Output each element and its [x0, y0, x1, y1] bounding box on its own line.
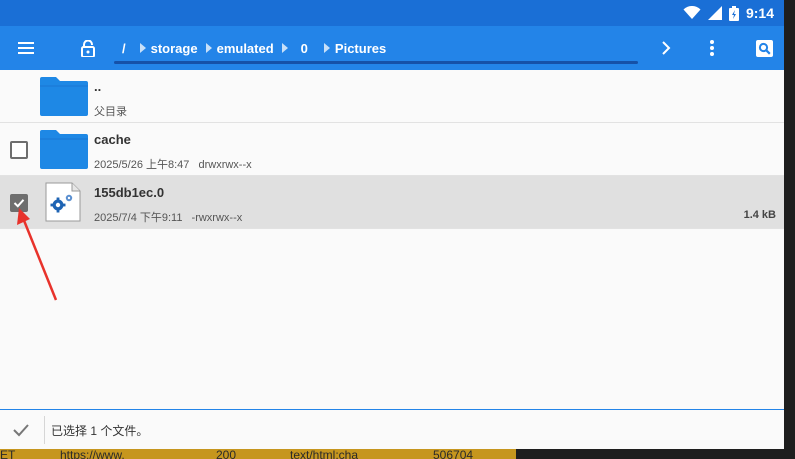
status-bar: 9:14 [0, 0, 784, 26]
breadcrumb-scroll-indicator [114, 61, 638, 64]
breadcrumb-0[interactable]: 0 [281, 41, 316, 56]
select-checkbox-checked[interactable] [10, 194, 28, 212]
search-icon [755, 39, 773, 57]
file-meta: 父目录 [94, 106, 127, 118]
checkmark-icon [13, 424, 29, 437]
chevron-right-icon [323, 43, 330, 53]
file-name: .. [94, 79, 102, 94]
battery-icon [728, 5, 739, 21]
chevron-right-icon [205, 43, 212, 53]
search-button[interactable] [744, 26, 784, 70]
file-date: 2025/7/4 下午9:11 [94, 212, 183, 224]
file-permissions: drwxrwx--x [198, 159, 252, 171]
more-options-button[interactable] [692, 26, 732, 70]
cellular-signal-icon [707, 6, 722, 20]
divider [44, 416, 45, 444]
file-meta: 2025/7/4 下午9:11 -rwxrwx--x [94, 209, 242, 225]
chevron-right-icon [139, 43, 146, 53]
folder-icon [40, 77, 88, 116]
file-meta: 2025/5/26 上午8:47 drwxrwx--x [94, 156, 252, 172]
checkmark-icon [13, 199, 25, 208]
breadcrumb-emulated[interactable]: emulated [205, 41, 274, 56]
menu-button[interactable] [6, 26, 46, 70]
hamburger-menu-icon [18, 42, 34, 54]
forward-button[interactable] [646, 26, 686, 70]
more-vertical-icon [710, 40, 714, 56]
app-toolbar: / storage emulated 0 Pictures [0, 26, 784, 70]
list-item-parent-directory[interactable]: .. 父目录 [0, 70, 784, 123]
file-manager-window: 9:14 / storage emulated 0 Pictures .. 父目… [0, 0, 784, 449]
file-size: 1.4 kB [743, 209, 776, 221]
breadcrumb-pictures[interactable]: Pictures [323, 41, 386, 56]
file-name: cache [94, 132, 131, 147]
file-list: .. 父目录 cache 2025/5/26 上午8:47 drwxrwx--x [0, 70, 784, 229]
folder-icon [40, 130, 88, 169]
breadcrumb-storage[interactable]: storage [139, 41, 198, 56]
root-access-button[interactable] [68, 26, 108, 70]
selection-status: 已选择 1 个文件。 [51, 424, 149, 438]
file-date: 2025/5/26 上午8:47 [94, 159, 190, 171]
file-permissions: -rwxrwx--x [191, 212, 243, 224]
wifi-icon [683, 6, 701, 19]
settings-file-icon [45, 182, 81, 222]
list-item-cache[interactable]: cache 2025/5/26 上午8:47 drwxrwx--x [0, 123, 784, 176]
chevron-right-icon [281, 43, 288, 53]
chevron-right-icon [662, 41, 671, 55]
unlock-icon [81, 39, 95, 57]
file-name: 155db1ec.0 [94, 185, 165, 200]
confirm-selection-button[interactable] [12, 423, 30, 442]
selection-bar: 已选择 1 个文件。 [0, 409, 784, 449]
breadcrumb-root[interactable]: / [122, 41, 126, 56]
clock: 9:14 [745, 5, 774, 21]
background-window-strip: ET https://www. 200 text/html;cha 506704 [0, 449, 516, 459]
select-checkbox[interactable] [10, 141, 28, 159]
list-item-155db1ec[interactable]: 155db1ec.0 2025/7/4 下午9:11 -rwxrwx--x 1.… [0, 176, 784, 229]
